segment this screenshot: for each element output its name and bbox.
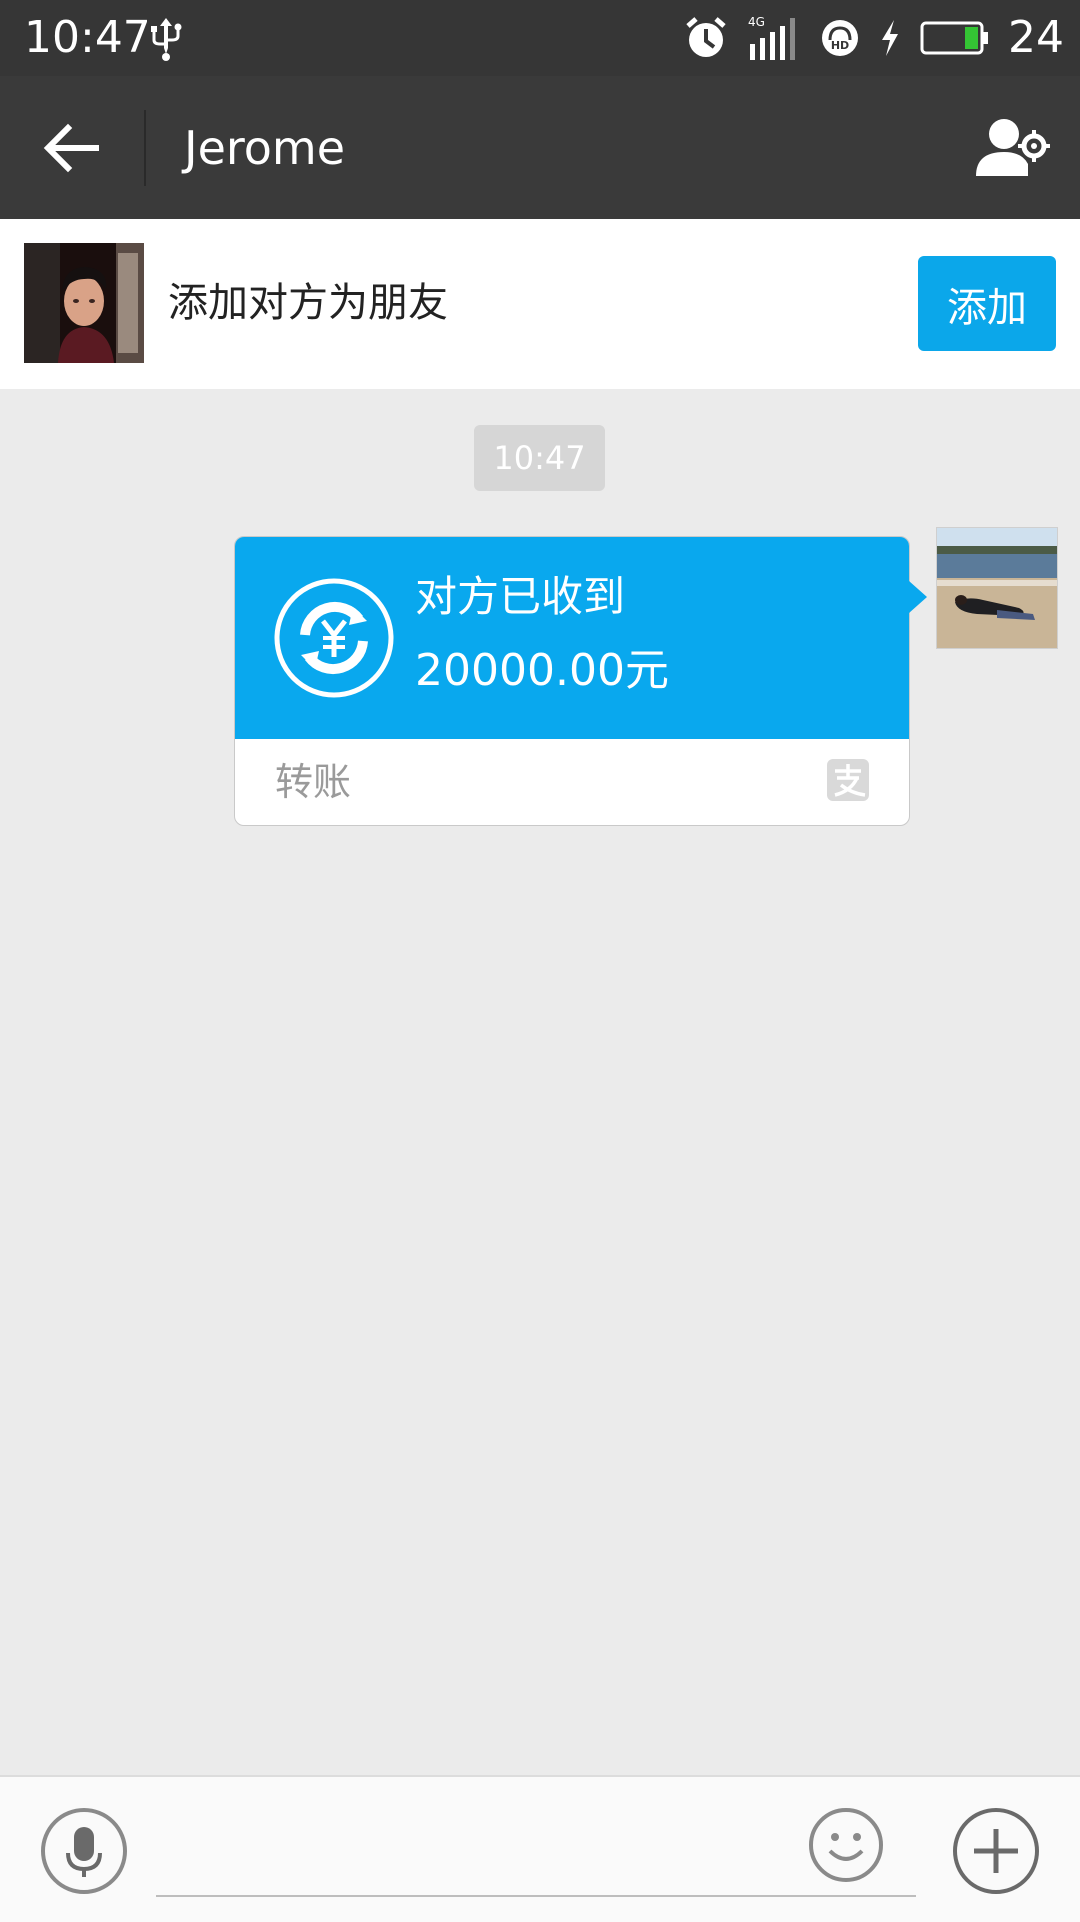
network-type-label: 4G — [748, 15, 765, 29]
svg-text:HD: HD — [831, 39, 849, 52]
contact-avatar[interactable] — [24, 243, 144, 363]
contact-settings-icon[interactable] — [974, 112, 1050, 184]
signal-icon: 4G — [748, 15, 795, 60]
add-friend-text: 添加对方为朋友 — [168, 280, 448, 326]
header-divider — [144, 110, 146, 186]
chat-title: Jerome — [184, 121, 346, 175]
microphone-icon[interactable] — [40, 1807, 128, 1895]
emoji-icon[interactable] — [808, 1807, 884, 1883]
yuan-transfer-icon — [274, 578, 394, 698]
message-input[interactable] — [156, 1817, 916, 1897]
transfer-status: 对方已收到 — [415, 572, 626, 621]
plus-icon[interactable] — [952, 1807, 1040, 1895]
status-time: 10:47 — [24, 12, 151, 63]
bubble-tail — [909, 581, 927, 613]
transfer-message-card[interactable]: 对方已收到 20000.00元 转账 — [234, 536, 927, 826]
status-bar: 10:47 4G HD 24 — [0, 0, 1080, 76]
hd-voice-icon: HD — [822, 20, 858, 56]
charging-icon — [882, 20, 898, 56]
chat-header: Jerome — [0, 76, 1080, 219]
add-friend-banner: 添加对方为朋友 添加 — [0, 219, 1080, 389]
alipay-icon — [827, 759, 869, 801]
usb-icon — [151, 18, 182, 61]
transfer-type-label: 转账 — [275, 760, 352, 804]
battery-percent: 24 — [1008, 12, 1064, 63]
back-arrow-icon[interactable] — [36, 112, 108, 184]
transfer-amount: 20000.00元 — [415, 645, 669, 696]
my-avatar[interactable] — [936, 527, 1058, 649]
input-bar — [0, 1775, 1080, 1922]
message-timestamp: 10:47 — [474, 425, 605, 491]
add-friend-button[interactable]: 添加 — [918, 256, 1056, 351]
alarm-icon — [686, 17, 726, 57]
battery-icon — [920, 21, 988, 55]
